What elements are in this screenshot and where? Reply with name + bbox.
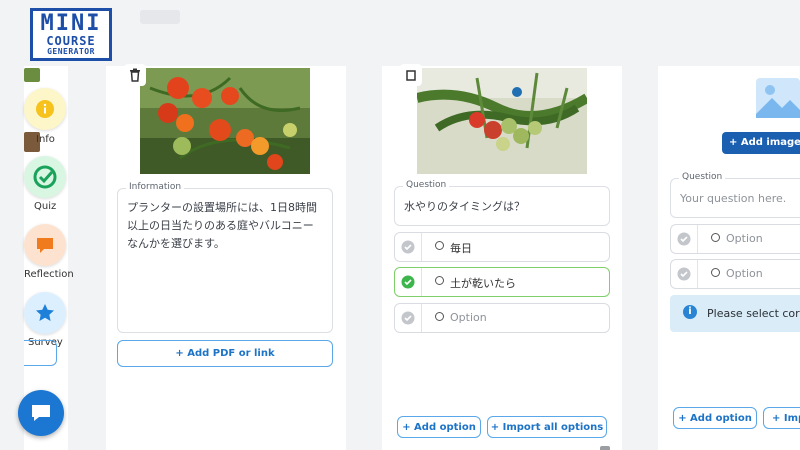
radio-icon <box>711 268 720 277</box>
radio-icon <box>435 312 444 321</box>
chat-icon <box>32 405 50 421</box>
slide-thumbnail[interactable] <box>24 68 40 82</box>
check-circle-icon <box>401 311 415 325</box>
mark-correct-toggle[interactable] <box>395 268 422 296</box>
option-placeholder: Option <box>726 267 763 280</box>
quiz-card: Question 水やりのタイミングは？ 毎日 土が乾いたら Option + … <box>382 64 622 450</box>
quiz-button[interactable] <box>24 156 66 198</box>
logo-line-1: MINI <box>40 11 102 36</box>
select-correct-notice: i Please select corre <box>670 295 800 332</box>
trash-icon <box>130 68 140 82</box>
mark-correct-toggle[interactable] <box>671 225 698 253</box>
information-field-label: Information <box>126 182 185 192</box>
question-field[interactable]: Question 水やりのタイミングは？ <box>394 180 610 226</box>
check-circle-icon <box>401 240 415 254</box>
option-row[interactable]: 土が乾いたら <box>394 267 610 297</box>
option-placeholder: Option <box>726 232 763 245</box>
tomato-vine-photo <box>417 68 587 174</box>
add-option-label: + Add option <box>402 421 476 433</box>
survey-button-outline <box>24 340 57 366</box>
option-row[interactable]: 毎日 <box>394 232 610 262</box>
add-image-button[interactable]: + Add image or <box>722 132 800 154</box>
option-row[interactable]: Option <box>670 224 800 254</box>
star-icon <box>36 304 54 321</box>
option-row[interactable]: Option <box>394 303 610 333</box>
question-placeholder: Your question here. <box>680 192 787 205</box>
import-options-label: + Import all options <box>490 421 604 433</box>
add-option-button[interactable]: + Add option <box>673 407 757 429</box>
add-option-label: + Add option <box>678 412 752 424</box>
mark-correct-toggle[interactable] <box>395 304 422 332</box>
check-circle-icon <box>401 275 415 289</box>
trash-icon <box>406 70 416 81</box>
option-row[interactable]: Option <box>670 259 800 289</box>
sidebar-item-label: Reflection <box>24 269 74 280</box>
information-field[interactable]: Information プランターの設置場所には、1日8時間以上の日当たりのある… <box>117 182 333 333</box>
question-field-label: Question <box>679 172 726 182</box>
info-icon: i <box>683 305 697 319</box>
add-pdf-button-label: + Add PDF or link <box>175 348 275 359</box>
faded-header-text <box>140 10 180 24</box>
reflection-button[interactable] <box>24 224 66 266</box>
option-text: 土が乾いたら <box>450 277 516 290</box>
info-card: Information プランターの設置場所には、1日8時間以上の日当たりのある… <box>106 64 346 450</box>
speech-bubble-icon <box>37 238 53 253</box>
mark-correct-toggle[interactable] <box>671 260 698 288</box>
logo: MINI COURSE GENERATOR <box>30 8 112 61</box>
scroll-indicator[interactable] <box>600 446 610 450</box>
check-circle-icon <box>677 232 691 246</box>
check-circle-icon <box>33 165 57 189</box>
question-field-label: Question <box>403 180 450 190</box>
info-icon <box>36 100 54 118</box>
import-options-label: + Imp <box>772 412 800 424</box>
question-text: 水やりのタイミングは？ <box>404 200 525 213</box>
delete-card-button[interactable] <box>400 64 422 86</box>
radio-icon <box>435 241 444 250</box>
delete-card-button[interactable] <box>124 64 146 86</box>
check-circle-icon <box>677 267 691 281</box>
radio-icon <box>435 276 444 285</box>
logo-line-2: COURSE <box>46 34 96 48</box>
question-field[interactable]: Question Your question here. <box>670 172 800 218</box>
survey-button[interactable] <box>24 292 66 334</box>
info-button[interactable] <box>24 88 66 130</box>
notice-text: Please select corre <box>707 307 800 320</box>
mark-correct-toggle[interactable] <box>395 233 422 261</box>
sidebar-item-label: Quiz <box>34 201 57 212</box>
option-text: 毎日 <box>450 242 472 255</box>
option-placeholder: Option <box>450 311 487 324</box>
tomato-photo <box>140 68 310 174</box>
chat-button[interactable] <box>18 390 64 436</box>
image-placeholder-icon <box>756 78 800 118</box>
logo-line-3: GENERATOR <box>47 47 95 56</box>
add-pdf-button[interactable]: + Add PDF or link <box>117 340 333 367</box>
radio-icon <box>711 233 720 242</box>
import-options-button[interactable]: + Import all options <box>487 416 607 438</box>
add-option-button[interactable]: + Add option <box>397 416 481 438</box>
import-options-button[interactable]: + Imp <box>763 407 800 429</box>
add-image-label: + Add image or <box>729 137 800 148</box>
new-question-card: + Add image or Question Your question he… <box>658 66 800 450</box>
information-text: プランターの設置場所には、1日8時間以上の日当たりのある庭やバルコニーなんかを選… <box>127 201 317 250</box>
sidebar-item-label: Info <box>36 134 55 145</box>
